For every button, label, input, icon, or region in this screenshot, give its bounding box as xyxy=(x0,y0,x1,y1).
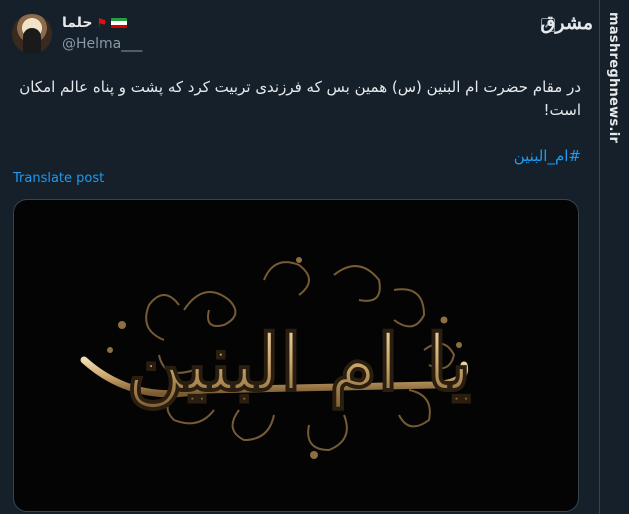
post-header: حلما ⚑ @Helma___ مشرق xyxy=(12,12,593,56)
calligraphy-text: یا ام البنین xyxy=(126,318,471,411)
translate-post-link[interactable]: Translate post xyxy=(13,171,104,186)
brand-logo: مشرق xyxy=(540,12,593,34)
red-flag-icon: ⚑ xyxy=(96,16,108,30)
author-name-row[interactable]: حلما ⚑ xyxy=(62,15,128,31)
author-handle[interactable]: @Helma___ xyxy=(62,36,142,52)
avatar[interactable] xyxy=(12,14,52,54)
author-display-name[interactable]: حلما xyxy=(62,15,92,31)
hashtag-link[interactable]: #ام_البنین xyxy=(514,147,581,165)
watermark-strip: mashreghnews.ir xyxy=(599,0,629,514)
calligraphy-artwork: یا ام البنین xyxy=(80,257,472,459)
post-text: در مقام حضرت ام البنین (س) همین بس که فر… xyxy=(19,78,581,119)
post-page: حلما ⚑ @Helma___ مشرق mashreghnews.ir در… xyxy=(0,0,629,514)
post-image[interactable]: یا ام البنین xyxy=(13,199,579,512)
iran-flag-icon xyxy=(111,17,128,29)
watermark-text: mashreghnews.ir xyxy=(606,12,621,144)
